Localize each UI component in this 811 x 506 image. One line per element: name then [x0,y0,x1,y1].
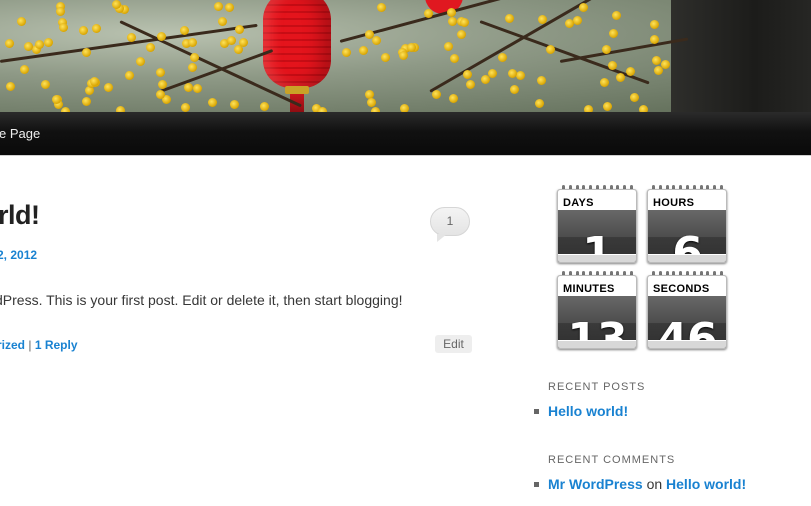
countdown-card: HOURS 6 [647,189,727,263]
meta-separator: | [28,338,32,352]
red-lantern [263,0,331,88]
category-link[interactable]: rized [0,338,25,352]
countdown-hours: HOURS 6 [647,185,727,263]
comment-count-bubble[interactable]: 1 [430,207,470,242]
recent-comments-list: Mr WordPress on Hello world! [534,476,746,492]
comment-count: 1 [446,214,454,228]
comment-author-link[interactable]: Mr WordPress [548,476,643,492]
header-dark-trunk [671,0,811,112]
bullet-icon [534,409,539,414]
countdown-card: MINUTES 13 [557,275,637,349]
recent-posts-list: Hello world! [534,403,628,419]
recent-comments-title: RECENT COMMENTS [548,454,676,466]
lantern-cap [285,86,309,94]
edit-button[interactable]: Edit [435,335,472,353]
countdown-card: SECONDS 46 [647,275,727,349]
countdown-label: HOURS [653,197,695,209]
countdown-seconds: SECONDS 46 [647,271,727,349]
post-meta: rized | 1 Reply [0,338,78,352]
bullet-icon [534,482,539,487]
header-image [0,0,811,112]
main-navigation: e Page [0,112,811,156]
countdown-minutes: MINUTES 13 [557,271,637,349]
post-title[interactable]: rld! [0,200,40,231]
list-item: Mr WordPress on Hello world! [534,476,746,492]
recent-post-link[interactable]: Hello world! [548,403,628,419]
countdown-card: DAYS 1 [557,189,637,263]
recent-posts-title: RECENT POSTS [548,381,646,393]
list-item: Hello world! [534,403,628,419]
post-content: dPress. This is your first post. Edit or… [0,292,403,308]
comment-post-link[interactable]: Hello world! [666,476,746,492]
bubble-tail [437,234,447,242]
countdown-days: DAYS 1 [557,185,637,263]
comment-on-text: on [646,476,663,492]
nav-item-sample-page[interactable]: e Page [0,126,40,141]
countdown-label: DAYS [563,197,594,209]
reply-link[interactable]: 1 Reply [35,338,78,352]
post-date[interactable]: 2, 2012 [0,248,37,262]
countdown-label: SECONDS [653,283,710,295]
countdown-label: MINUTES [563,283,615,295]
